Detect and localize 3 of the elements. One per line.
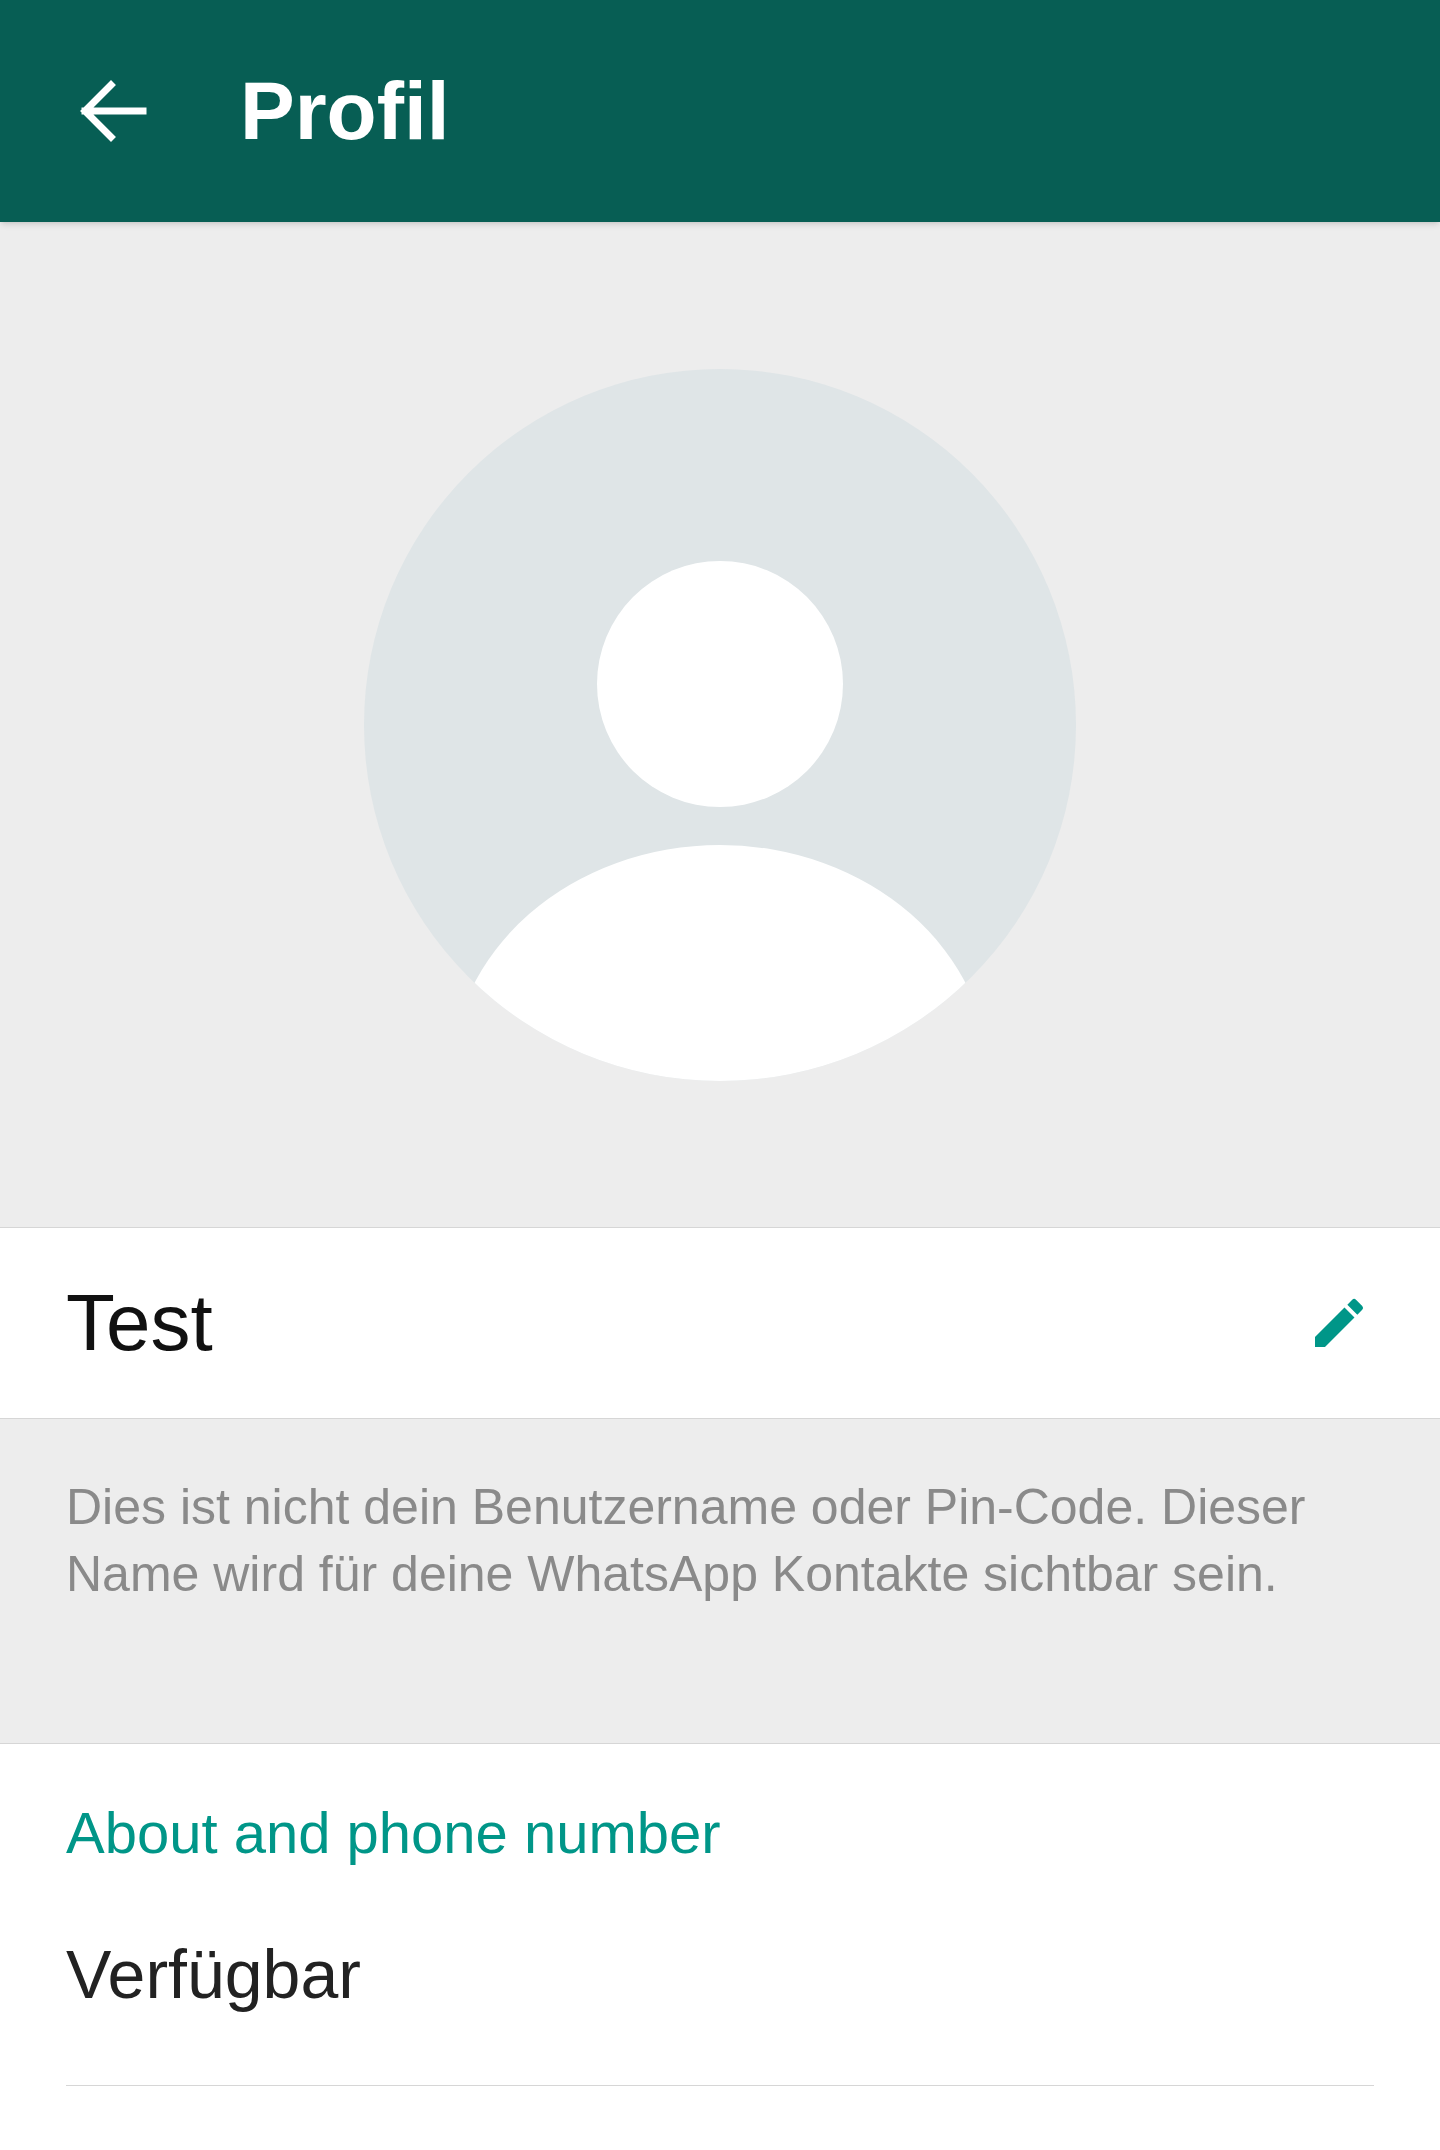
- screen-title: Profil: [240, 70, 450, 152]
- hint-text: Dies ist nicht dein Benutzername oder Pin-Code. Dieser Name wird für deine WhatsApp Kontakte sichtbar sein.: [66, 1478, 1307, 1604]
- profile-name: Test: [66, 1283, 213, 1363]
